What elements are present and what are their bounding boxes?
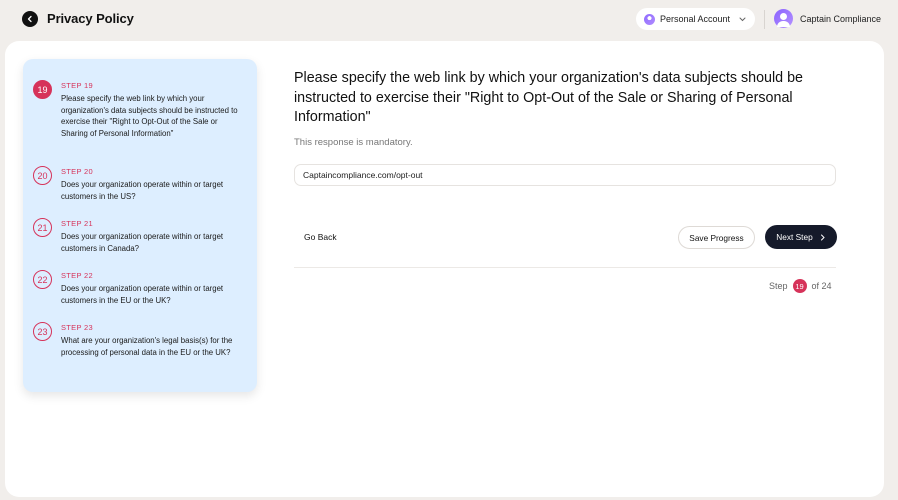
question-heading: Please specify the web link by which you… [294,70,803,125]
step-badge: 23 [33,322,52,341]
next-step-button[interactable]: Next Step [765,225,837,249]
page-title: Privacy Policy [47,11,134,26]
step-badge: 20 [33,166,52,185]
back-button[interactable] [22,11,38,27]
user-menu[interactable]: Captain Compliance [774,9,881,28]
step-text: Does your organization operate within or… [61,180,224,201]
account-label: Personal Account [660,14,731,24]
form-divider [294,267,836,268]
arrow-right-icon [820,234,825,240]
account-switcher[interactable]: Personal Account [636,8,755,30]
save-progress-button[interactable]: Save Progress [678,226,755,249]
step-text: Please specify the web link by which you… [61,94,238,139]
mandatory-note: This response is mandatory. [294,137,413,148]
step-text: What are your organization's legal basis… [61,336,233,357]
top-header: Privacy Policy Personal Account Captain … [0,0,898,40]
user-avatar-icon [774,9,793,28]
step-badge: 21 [33,218,52,237]
step-text: Does your organization operate within or… [61,284,224,305]
step-counter-badge: 19 [792,279,807,293]
step-counter-suffix: of 24 [811,281,832,291]
step-label: STEP 22 [61,271,93,280]
step-badge: 19 [33,80,52,99]
step-counter: Step 19 of 24 [769,279,832,293]
step-counter-prefix: Step [769,281,788,291]
account-avatar-icon [644,13,655,25]
step-badge: 22 [33,270,52,289]
next-step-label: Next Step [776,232,813,242]
opt-out-url-input[interactable] [294,164,836,186]
chevron-down-icon [739,17,746,21]
user-name: Captain Compliance [800,13,882,24]
step-label: STEP 20 [61,167,93,176]
go-back-button[interactable]: Go Back [304,232,337,242]
step-label: STEP 19 [61,81,93,90]
chevron-left-icon [27,15,32,23]
steps-sidebar: 19 STEP 19 Please specify the web link b… [23,59,257,392]
step-text: Does your organization operate within or… [61,232,224,253]
header-divider [764,10,765,29]
step-label: STEP 23 [61,323,93,332]
step-label: STEP 21 [61,219,93,228]
